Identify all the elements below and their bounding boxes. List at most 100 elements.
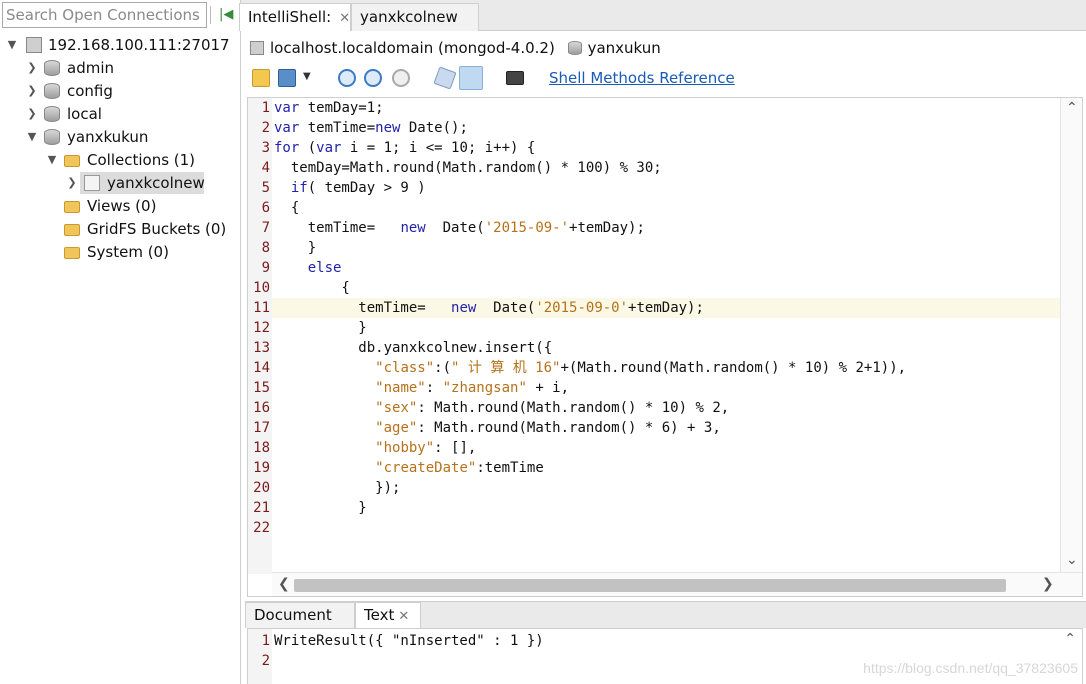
line-number: 21: [253, 500, 270, 516]
connection-label: 192.168.100.111:27017: [48, 36, 230, 54]
line-number: 3: [261, 140, 270, 156]
shell-methods-reference-link[interactable]: Shell Methods Reference: [549, 69, 735, 87]
code-line: db.yanxkcolnew.insert({: [274, 340, 553, 356]
tree-db-admin[interactable]: ❯ admin: [24, 57, 224, 79]
line-number: 11: [253, 300, 270, 316]
tree-collections[interactable]: ▼ Collections (1): [44, 149, 234, 171]
terminal-icon[interactable]: [506, 71, 524, 85]
db-label: local: [67, 105, 102, 123]
horizontal-scroll-thumb[interactable]: [294, 579, 1006, 592]
line-number: 19: [253, 460, 270, 476]
tab-label: IntelliShell:: [248, 8, 332, 26]
db-label: admin: [67, 59, 114, 77]
line-number: 22: [253, 520, 270, 536]
horizontal-scrollbar[interactable]: ❮ ❯: [272, 572, 1082, 596]
chevron-down-icon[interactable]: ▼: [24, 126, 40, 148]
tree-connection[interactable]: ▼ 192.168.100.111:27017: [4, 34, 234, 56]
chevron-down-icon[interactable]: ▼: [44, 149, 60, 171]
scroll-left-icon[interactable]: ❮: [278, 576, 290, 592]
code-line: "name": "zhangsan" + i,: [375, 380, 570, 396]
app-window: Search Open Connections ( ▼ 192.168.100.…: [0, 0, 1086, 684]
stop-icon[interactable]: [392, 69, 410, 87]
tab-document[interactable]: Document: [245, 602, 355, 628]
tree-gridfs[interactable]: GridFS Buckets (0): [44, 218, 234, 240]
code-line: {: [274, 280, 350, 296]
scroll-up-icon[interactable]: ⌃: [1066, 100, 1078, 116]
code-line: if( temDay > 9 ): [290, 180, 426, 196]
connection-tree-panel: Search Open Connections ( ▼ 192.168.100.…: [0, 0, 241, 684]
code-line: temTime= new Date('2015-09-'+temDay);: [274, 220, 645, 236]
chevron-right-icon[interactable]: ❯: [24, 57, 40, 79]
tree-system[interactable]: System (0): [44, 241, 234, 263]
connection-host: localhost.localdomain (mongod-4.0.2): [270, 39, 555, 57]
save-icon[interactable]: [278, 69, 296, 87]
collapse-panel-icon[interactable]: |◀: [219, 7, 233, 22]
folder-icon: [64, 224, 80, 236]
tree-collection-item[interactable]: ❯ yanxkcolnew: [64, 172, 205, 194]
line-number: 17: [253, 420, 270, 436]
line-number: 20: [253, 480, 270, 496]
code-line: }: [274, 240, 317, 256]
collections-label: Collections (1): [87, 151, 196, 169]
folder-icon: [64, 155, 80, 167]
tree-db-yanxkukun[interactable]: ▼ yanxkukun: [24, 126, 224, 148]
code-line: "age": Math.round(Math.random() * 6) + 3…: [375, 420, 721, 436]
code-line: });: [274, 480, 401, 496]
scroll-down-icon[interactable]: ⌄: [1066, 552, 1078, 568]
database-icon: [567, 41, 582, 55]
code-line: }: [274, 320, 367, 336]
database-icon: [44, 129, 60, 145]
line-number: 7: [261, 220, 270, 236]
chevron-right-icon[interactable]: ❯: [64, 172, 80, 194]
toggle-output-icon[interactable]: [459, 66, 483, 90]
code-line: "createDate":temTime: [375, 460, 544, 476]
gridfs-label: GridFS Buckets (0): [87, 220, 227, 238]
server-icon: [250, 41, 264, 55]
line-number: 6: [261, 200, 270, 216]
tree-db-config[interactable]: ❯ config: [24, 80, 224, 102]
close-icon[interactable]: ✕: [398, 609, 409, 624]
code-editor[interactable]: 1 2 3 4 5 6 7 8 9 10 11 12 13 14 15 16 17 18 19 20 21 22 var …: [247, 97, 1083, 597]
system-label: System (0): [87, 243, 169, 261]
code-line: }: [274, 500, 367, 516]
clear-icon[interactable]: [433, 66, 457, 90]
line-number: 14: [253, 360, 270, 376]
tab-text[interactable]: Text ✕: [355, 602, 421, 629]
tab-label: Text: [364, 606, 395, 624]
database-icon: [44, 83, 60, 99]
chevron-down-icon[interactable]: ▼: [303, 71, 311, 82]
tab-intellishell[interactable]: IntelliShell: ✕: [239, 3, 351, 31]
result-tab-bar: Document Text ✕: [245, 601, 1086, 629]
db-label: yanxkukun: [67, 128, 149, 146]
line-number: 13: [253, 340, 270, 356]
open-file-icon[interactable]: [252, 69, 270, 87]
server-icon: [26, 37, 42, 53]
database-icon: [44, 60, 60, 76]
views-label: Views (0): [87, 197, 157, 215]
line-number: 1: [261, 100, 270, 116]
line-number: 2: [261, 120, 270, 136]
chevron-down-icon[interactable]: ▼: [4, 34, 20, 56]
line-number-gutter: 1 2 3 4 5 6 7 8 9 10 11 12 13 14 15 16 17 18 19 20 21 22: [248, 98, 272, 574]
code-line: var temTime=new Date();: [274, 120, 468, 136]
search-connections-input[interactable]: Search Open Connections (: [2, 2, 207, 28]
chevron-right-icon[interactable]: ❯: [24, 103, 40, 125]
run-statement-icon[interactable]: [364, 69, 382, 87]
tab-label: Document: [254, 606, 332, 624]
tree-views[interactable]: Views (0): [44, 195, 234, 217]
line-number: 15: [253, 380, 270, 396]
code-line: for (var i = 1; i <= 10; i++) {: [274, 140, 536, 156]
tree-db-local[interactable]: ❯ local: [24, 103, 224, 125]
scroll-up-icon[interactable]: ⌃: [1064, 631, 1076, 647]
tab-label: yanxkcolnew: [360, 8, 458, 26]
close-icon[interactable]: ✕: [339, 11, 350, 26]
chevron-right-icon[interactable]: ❯: [24, 80, 40, 102]
folder-icon: [64, 201, 80, 213]
run-icon[interactable]: [338, 69, 356, 87]
scroll-right-icon[interactable]: ❯: [1042, 576, 1054, 592]
code-line: "hobby": [],: [375, 440, 477, 456]
vertical-scrollbar[interactable]: ⌃ ⌄: [1060, 98, 1082, 574]
line-number: 4: [261, 160, 270, 176]
tab-yanxkcolnew[interactable]: yanxkcolnew: [351, 3, 479, 31]
collection-icon: [84, 175, 100, 191]
